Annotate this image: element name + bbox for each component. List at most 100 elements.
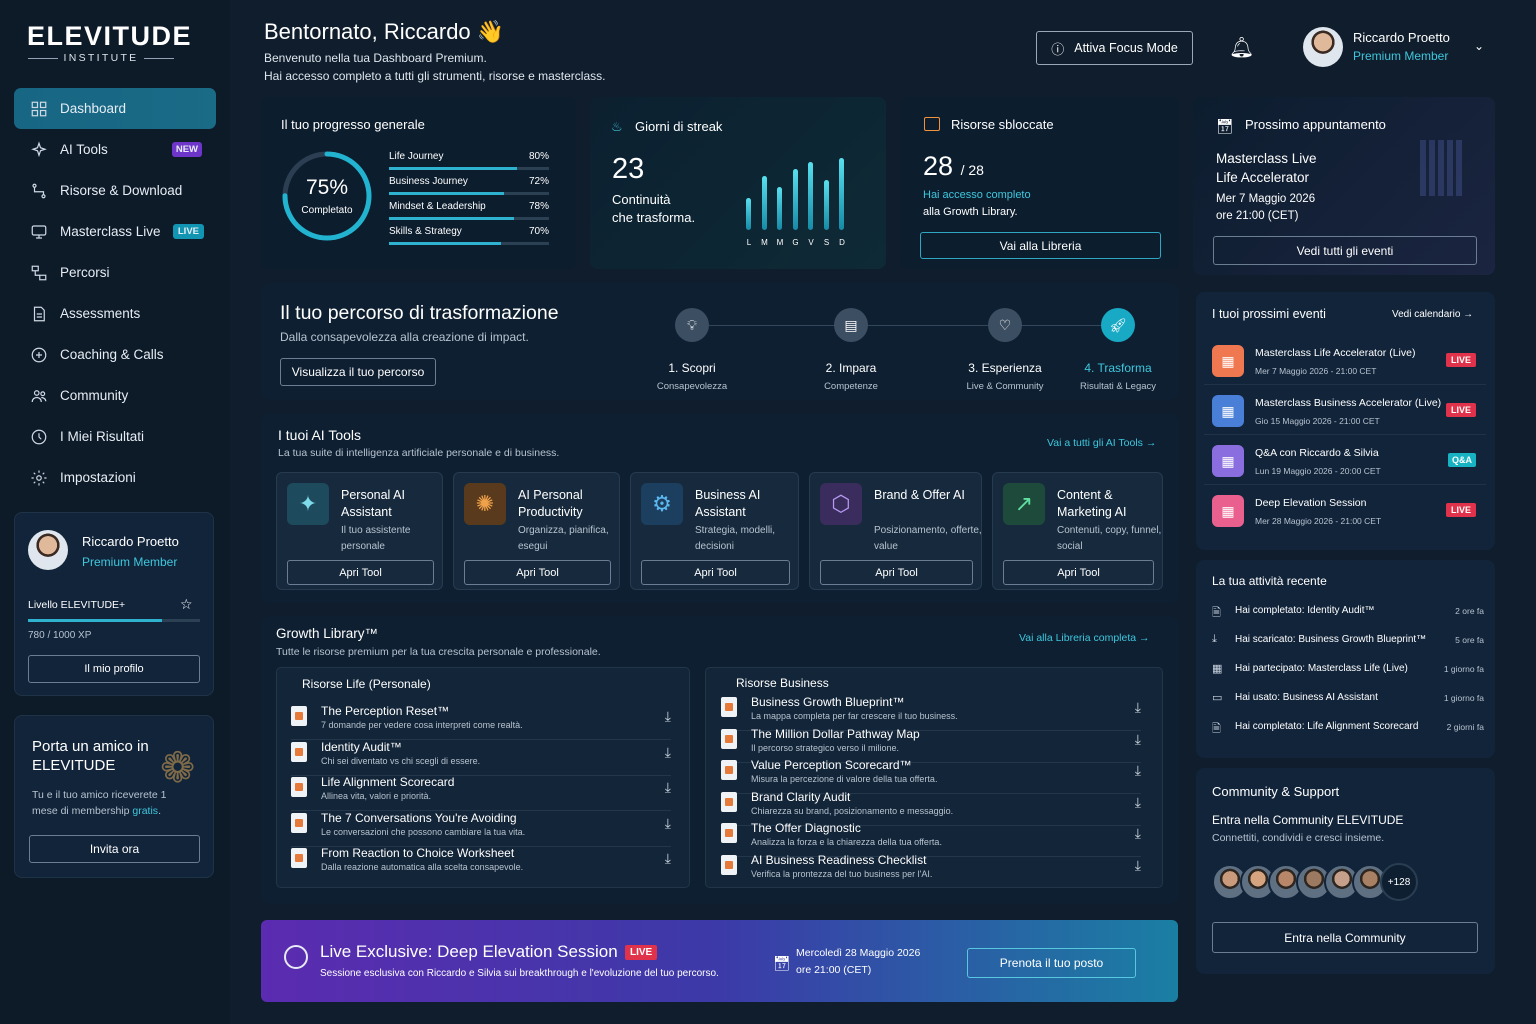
sidebar-item-label: Dashboard bbox=[60, 101, 127, 116]
open-tool-button[interactable]: Apri Tool bbox=[641, 560, 790, 585]
sidebar-item-percorsi[interactable]: Percorsi bbox=[14, 252, 216, 293]
ai-tool-icon: ⬡ bbox=[820, 483, 862, 525]
invite-button[interactable]: Invita ora bbox=[29, 835, 200, 863]
resource-subtitle: Allinea vita, valori e priorità. bbox=[321, 791, 432, 801]
sidebar-nav: Dashboard AI Tools NEW Risorse & Download Ma… bbox=[14, 88, 216, 498]
resource-subtitle: Dalla reazione automatica alla scelta co… bbox=[321, 862, 524, 872]
resource-item[interactable]: The 7 Conversations You're Avoiding Le co… bbox=[291, 810, 671, 847]
download-icon[interactable]: ⤓ bbox=[1135, 699, 1141, 716]
sidebar-item-ai-tools[interactable]: AI Tools NEW bbox=[14, 129, 216, 170]
journey-step[interactable]: 🚀︎ 4. Trasforma Risultati & Legacy bbox=[1058, 308, 1178, 392]
progress-label: Completato bbox=[301, 205, 353, 216]
all-tools-link[interactable]: Vai a tutti gli AI Tools → bbox=[1047, 437, 1156, 449]
download-icon[interactable]: ⤓ bbox=[1135, 762, 1141, 779]
progress-row: Life Journey 80% bbox=[389, 151, 549, 171]
download-icon[interactable]: ⤓ bbox=[665, 744, 671, 761]
sidebar-item-coaching-calls[interactable]: Coaching & Calls bbox=[14, 334, 216, 375]
progress-row-bar bbox=[389, 217, 549, 220]
ai-tool-desc: Strategia, modelli, decisioni bbox=[695, 525, 776, 552]
sidebar-item-impostazioni[interactable]: Impostazioni bbox=[14, 457, 216, 498]
resource-title: The 7 Conversations You're Avoiding bbox=[321, 810, 517, 825]
brand-logo: ELEVITUDE bbox=[27, 21, 193, 51]
ai-tool-card: ✦ Personal AI Assistant Il tuo assistente … bbox=[276, 472, 443, 590]
library-button[interactable]: Vai alla Libreria bbox=[920, 232, 1161, 259]
activity-item: ▦ Hai partecipato: Masterclass Life (Live… bbox=[1212, 661, 1484, 681]
resource-item[interactable]: AI Business Readiness Checklist Verifica … bbox=[721, 853, 1141, 889]
event-item[interactable]: ▦ Q&A con Riccardo & Silvia Lun 19 Maggio … bbox=[1204, 439, 1486, 485]
level-label: Livello ELEVITUDE+ bbox=[28, 599, 126, 611]
sidebar-item-label: I Miei Risultati bbox=[60, 429, 145, 444]
progress-row-label: Skills & Strategy bbox=[389, 226, 462, 237]
download-icon[interactable]: ⤓ bbox=[665, 850, 671, 867]
download-icon[interactable]: ⤓ bbox=[1135, 731, 1141, 748]
star-icon: ☆ bbox=[180, 596, 193, 612]
doc-icon: 🗎︎ bbox=[1212, 607, 1221, 619]
journey-step-subtitle: Risultati & Legacy bbox=[1079, 381, 1157, 392]
calendar-link[interactable]: Vedi calendario → bbox=[1392, 309, 1473, 320]
download-icon[interactable]: ⤓ bbox=[665, 779, 671, 796]
book-seat-button[interactable]: Prenota il tuo posto bbox=[967, 948, 1136, 978]
resource-item[interactable]: Life Alignment Scorecard Allinea vita, va… bbox=[291, 775, 671, 811]
header-avatar[interactable] bbox=[1303, 27, 1343, 67]
event-icon: ▦ bbox=[1212, 445, 1244, 477]
sidebar-item-masterclass-live[interactable]: Masterclass Live LIVE bbox=[14, 211, 216, 252]
progress-title: Il tuo progresso generale bbox=[281, 117, 425, 132]
appointment-time: ore 21:00 (CET) bbox=[1216, 210, 1299, 222]
bell-icon[interactable]: 🔔︎ bbox=[1229, 35, 1254, 60]
resource-item[interactable]: Identity Audit™ Chi sei diventato vs chi … bbox=[291, 740, 671, 776]
xp-label: 780 / 1000 XP bbox=[28, 630, 92, 641]
open-tool-button[interactable]: Apri Tool bbox=[1003, 560, 1154, 585]
view-journey-button[interactable]: Visualizza il tuo percorso bbox=[280, 358, 436, 386]
my-profile-button[interactable]: Il mio profilo bbox=[28, 655, 200, 683]
download-icon[interactable]: ⤓ bbox=[665, 815, 671, 832]
open-tool-button[interactable]: Apri Tool bbox=[820, 560, 973, 585]
file-icon bbox=[721, 760, 737, 780]
journey-step[interactable]: ♡ 3. Esperienza Live & Community bbox=[945, 308, 1065, 392]
all-events-button[interactable]: Vedi tutti gli eventi bbox=[1213, 236, 1477, 265]
event-item[interactable]: ▦ Masterclass Life Accelerator (Live) Mer … bbox=[1204, 339, 1486, 385]
streak-bar bbox=[792, 169, 798, 230]
sidebar-item-community[interactable]: Community bbox=[14, 375, 216, 416]
progress-row: Skills & Strategy 70% bbox=[389, 226, 549, 246]
full-library-link[interactable]: Vai alla Libreria completa → bbox=[1019, 632, 1150, 644]
sidebar-item-i-miei-risultati[interactable]: I Miei Risultati bbox=[14, 416, 216, 457]
event-badge: Q&A bbox=[1448, 453, 1476, 467]
sidebar-item-risorse-download[interactable]: Risorse & Download bbox=[14, 170, 216, 211]
activity-title: La tua attività recente bbox=[1212, 574, 1327, 588]
download-icon[interactable]: ⤓ bbox=[665, 708, 671, 725]
file-icon bbox=[291, 848, 307, 868]
users-icon bbox=[31, 389, 47, 402]
download-icon[interactable]: ⤓ bbox=[1135, 857, 1141, 874]
open-tool-button[interactable]: Apri Tool bbox=[287, 560, 434, 585]
download-icon[interactable]: ⤓ bbox=[1135, 825, 1141, 842]
join-community-button[interactable]: Entra nella Community bbox=[1212, 922, 1478, 953]
target-icon bbox=[31, 429, 47, 444]
progress-row-bar bbox=[389, 242, 549, 245]
open-tool-button[interactable]: Apri Tool bbox=[464, 560, 611, 585]
banner-live-badge: LIVE bbox=[625, 945, 658, 960]
event-item[interactable]: ▦ Deep Elevation Session Mer 28 Maggio 202… bbox=[1204, 489, 1486, 535]
event-item[interactable]: ▦ Masterclass Business Accelerator (Live)… bbox=[1204, 389, 1486, 435]
journey-step[interactable]: ▤ 2. Impara Competenze bbox=[791, 308, 911, 392]
sidebar-item-dashboard[interactable]: Dashboard bbox=[14, 88, 216, 129]
streak-bar bbox=[777, 187, 782, 230]
journey-step[interactable]: 💡︎ 1. Scopri Consapevolezza bbox=[632, 308, 752, 392]
resource-title: The Offer Diagnostic bbox=[751, 821, 861, 835]
download-icon[interactable]: ⤓ bbox=[1135, 794, 1141, 811]
file-icon bbox=[721, 854, 737, 875]
progress-row-fill bbox=[389, 217, 514, 220]
resource-subtitle: Chi sei diventato vs chi scegli di esser… bbox=[321, 755, 481, 766]
focus-mode-button[interactable]: ⓘ Attiva Focus Mode bbox=[1036, 31, 1193, 65]
banner-date: Mercoledì 28 Maggio 2026 bbox=[796, 947, 921, 959]
chevron-down-icon[interactable]: ⌄ bbox=[1474, 39, 1484, 53]
resource-item[interactable]: The Perception Reset™ 7 domande per veder… bbox=[291, 704, 671, 740]
resource-item[interactable]: From Reaction to Choice Worksheet Dalla r… bbox=[291, 846, 671, 882]
activity-item: 🗎︎ Hai completato: Identity Audit™ 2 ore f… bbox=[1212, 603, 1484, 623]
profile-role: Premium Member bbox=[82, 555, 178, 569]
streak-day-label: D bbox=[839, 238, 845, 247]
progress-row-label: Business Journey bbox=[389, 176, 468, 187]
activity-item: ▭ Hai usato: Business AI Assistant 1 giorn… bbox=[1212, 690, 1484, 710]
sidebar-item-assessments[interactable]: Assessments bbox=[14, 293, 216, 334]
progress-row-bar bbox=[389, 167, 549, 170]
events-title: I tuoi prossimi eventi bbox=[1212, 307, 1326, 321]
